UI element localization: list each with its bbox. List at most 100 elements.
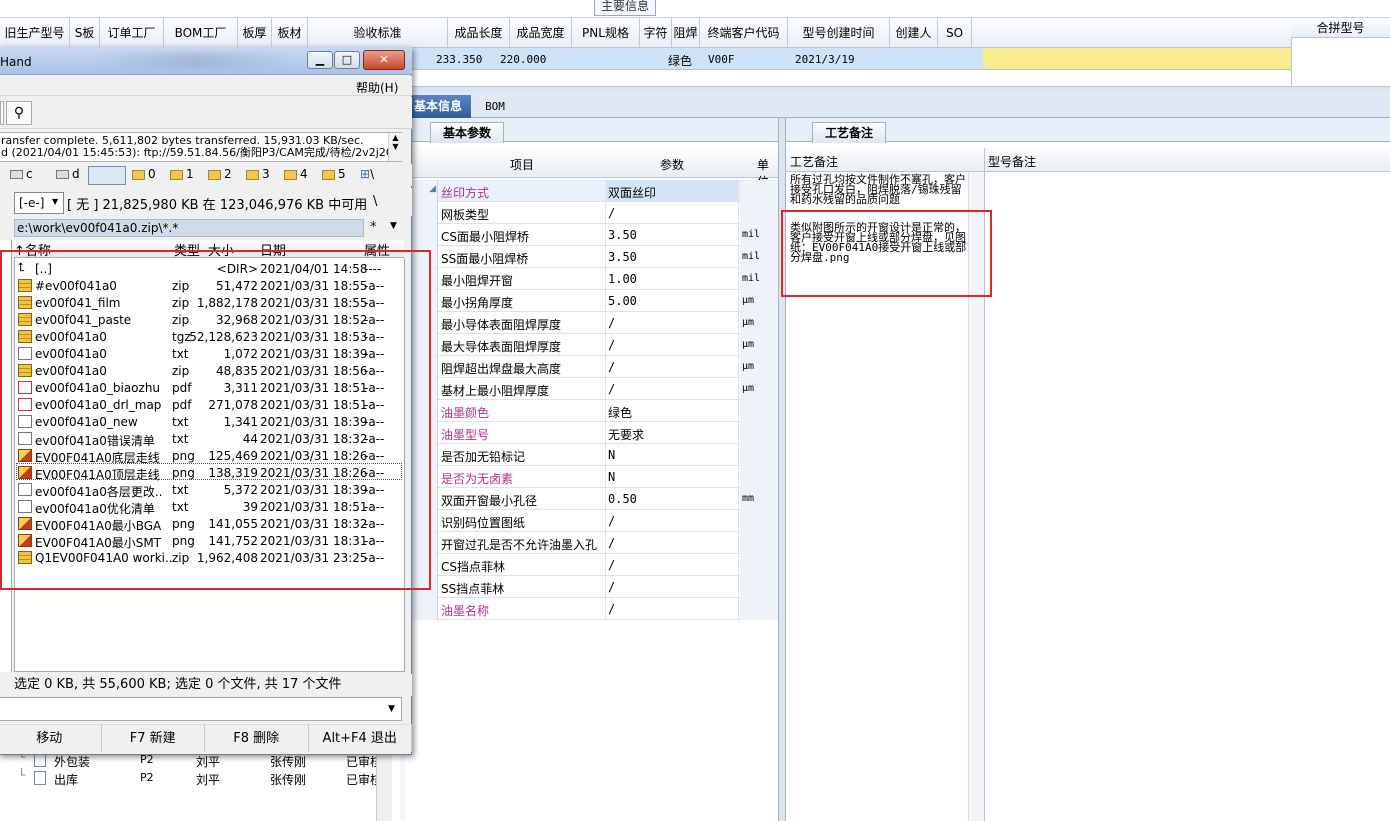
param-row[interactable]: 最小拐角厚度 5.00 μm: [405, 290, 778, 312]
param-value[interactable]: /: [605, 378, 739, 400]
param-value[interactable]: 0.50: [605, 488, 739, 510]
chevron-down-icon[interactable]: ▼: [388, 704, 395, 714]
param-row[interactable]: 最大导体表面阻焊厚度 / μm: [405, 334, 778, 356]
param-row[interactable]: ◢ 丝印方式 双面丝印: [405, 180, 778, 202]
tab-process-remarks[interactable]: 工艺备注: [812, 122, 886, 143]
tab-basic-info[interactable]: 基本信息: [405, 95, 471, 118]
ftp-log-scrollbar[interactable]: ▲ ▼: [388, 133, 402, 161]
drive-4[interactable]: 4: [284, 167, 308, 181]
param-value[interactable]: /: [605, 576, 739, 598]
header-param: 参数: [660, 158, 685, 172]
param-row[interactable]: 油墨型号 无要求: [405, 422, 778, 444]
current-path[interactable]: e:\work\ev00f041a0.zip\*.*: [14, 219, 364, 237]
param-row[interactable]: 基材上最小阻焊厚度 / μm: [405, 378, 778, 400]
param-value[interactable]: /: [605, 202, 739, 224]
chevron-down-icon[interactable]: ▼: [52, 197, 58, 206]
command-line[interactable]: [0, 697, 402, 721]
tab-basic-params[interactable]: 基本参数: [430, 122, 504, 143]
column-header[interactable]: 验收标准: [308, 18, 448, 47]
param-value[interactable]: N: [605, 466, 739, 488]
param-row[interactable]: 最小阻焊开窗 1.00 mil: [405, 268, 778, 290]
new-folder-button[interactable]: F7 新建: [102, 725, 205, 752]
param-value[interactable]: /: [605, 334, 739, 356]
param-value[interactable]: /: [605, 312, 739, 334]
column-header[interactable]: 型号创建时间: [788, 18, 890, 47]
param-value[interactable]: 3.50: [605, 224, 739, 246]
move-button[interactable]: 移动: [0, 725, 102, 752]
history-dropdown-icon[interactable]: ▼: [390, 221, 397, 231]
drive-c[interactable]: c: [10, 167, 33, 181]
param-name: 是否为无卤素: [441, 472, 514, 486]
drive-network[interactable]: ⊞\: [360, 167, 374, 181]
minimize-button[interactable]: ▁: [307, 51, 333, 69]
toolbar-button[interactable]: [0, 101, 4, 125]
param-row[interactable]: SS面最小阻焊桥 3.50 mil: [405, 246, 778, 268]
tree-item-name[interactable]: 出库: [54, 771, 78, 788]
column-header[interactable]: 旧生产型号: [0, 18, 70, 47]
column-header[interactable]: BOM工厂: [164, 18, 238, 47]
filter-button[interactable]: *: [370, 220, 377, 235]
param-row[interactable]: 是否为无卤素 N: [405, 466, 778, 488]
close-button[interactable]: ✕: [363, 50, 405, 70]
column-header[interactable]: SO: [938, 18, 972, 47]
drive-1[interactable]: 1: [170, 167, 194, 181]
param-row[interactable]: 油墨名称 /: [405, 598, 778, 620]
column-header[interactable]: 板厚: [238, 18, 272, 47]
column-header[interactable]: S板: [70, 18, 100, 47]
param-row[interactable]: 双面开窗最小孔径 0.50 mm: [405, 488, 778, 510]
find-files-icon[interactable]: ⚲: [6, 101, 32, 125]
column-header[interactable]: 阻焊: [672, 18, 700, 47]
exit-button[interactable]: Alt+F4 退出: [309, 725, 412, 752]
column-header[interactable]: 订单工厂: [100, 18, 164, 47]
tree-scrollbar[interactable]: [376, 750, 392, 821]
param-value[interactable]: /: [605, 554, 739, 576]
param-row[interactable]: 最小导体表面阻焊厚度 / μm: [405, 312, 778, 334]
param-value[interactable]: /: [605, 356, 739, 378]
param-unit: μm: [742, 383, 755, 394]
param-value[interactable]: 3.50: [605, 246, 739, 268]
param-row[interactable]: SS挡点菲林 /: [405, 576, 778, 598]
root-button[interactable]: \: [373, 194, 377, 209]
drive-3[interactable]: 3: [246, 167, 270, 181]
param-value[interactable]: /: [605, 510, 739, 532]
maximize-button[interactable]: □: [334, 51, 360, 69]
column-header[interactable]: 字符: [640, 18, 672, 47]
param-row[interactable]: 油墨颜色 绿色: [405, 400, 778, 422]
param-value[interactable]: 绿色: [605, 400, 739, 422]
drive-0[interactable]: 0: [132, 167, 156, 181]
drive-d[interactable]: d: [56, 167, 80, 181]
param-row[interactable]: 识别码位置图纸 /: [405, 510, 778, 532]
drive-5[interactable]: 5: [322, 167, 346, 181]
param-value[interactable]: /: [605, 532, 739, 554]
param-value[interactable]: /: [605, 598, 739, 620]
drive-2[interactable]: 2: [208, 167, 232, 181]
param-row[interactable]: CS挡点菲林 /: [405, 554, 778, 576]
param-row[interactable]: 网板类型 /: [405, 202, 778, 224]
param-value[interactable]: 1.00: [605, 268, 739, 290]
param-unit: μm: [742, 339, 755, 350]
menu-bar: [0, 76, 412, 96]
delete-button[interactable]: F8 删除: [205, 725, 309, 752]
param-row[interactable]: 阻焊超出焊盘最大高度 / μm: [405, 356, 778, 378]
param-value[interactable]: 5.00: [605, 290, 739, 312]
param-value[interactable]: 无要求: [605, 422, 739, 444]
param-name: 开窗过孔是否不允许油墨入孔: [441, 538, 598, 552]
main-info-tab[interactable]: 主要信息: [594, 0, 656, 16]
tab-bom[interactable]: BOM: [475, 95, 515, 118]
ftp-log[interactable]: ransfer complete. 5,611,802 bytes transf…: [0, 132, 402, 162]
param-row[interactable]: CS面最小阻焊桥 3.50 mil: [405, 224, 778, 246]
column-header[interactable]: 成品宽度: [510, 18, 572, 47]
param-value[interactable]: N: [605, 444, 739, 466]
param-row[interactable]: 是否加无铅标记 N: [405, 444, 778, 466]
column-header[interactable]: 板材: [272, 18, 308, 47]
menu-help[interactable]: 帮助(H): [356, 79, 398, 96]
param-name: 油墨型号: [441, 428, 490, 442]
column-header[interactable]: 终端客户代码: [700, 18, 788, 47]
column-header[interactable]: PNL规格: [572, 18, 640, 47]
param-row[interactable]: 开窗过孔是否不允许油墨入孔 /: [405, 532, 778, 554]
column-header[interactable]: 成品长度: [448, 18, 510, 47]
process-remark-text-1[interactable]: 所有过孔均按文件制作不塞孔，客户接受孔口发白，阻焊脱落/锡珠残留和药水残留的品质…: [790, 174, 968, 205]
param-value[interactable]: 双面丝印: [605, 180, 739, 202]
column-header[interactable]: 创建人: [890, 18, 938, 47]
tree-item-name[interactable]: 外包装: [54, 753, 90, 770]
